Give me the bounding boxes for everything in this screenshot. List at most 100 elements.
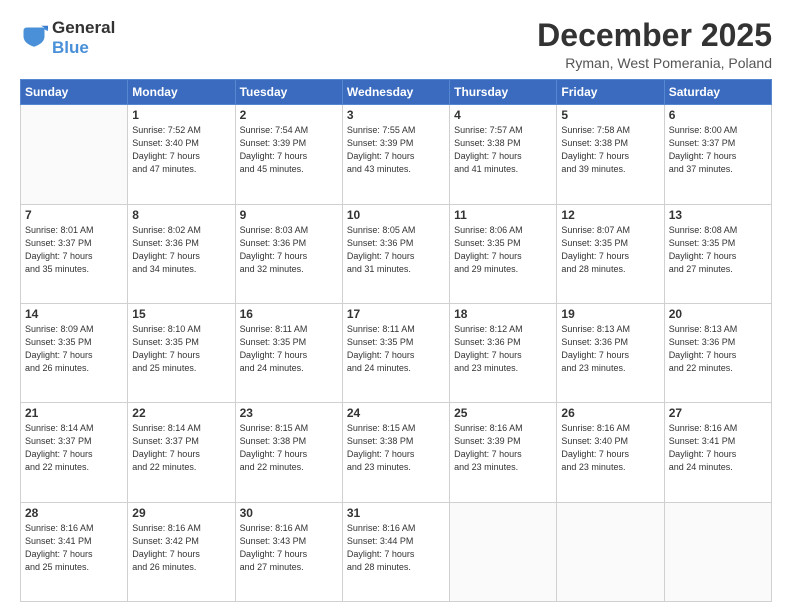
- day-info: Sunrise: 8:14 AMSunset: 3:37 PMDaylight:…: [25, 422, 123, 474]
- day-info: Sunrise: 7:58 AMSunset: 3:38 PMDaylight:…: [561, 124, 659, 176]
- day-number: 16: [240, 307, 338, 321]
- day-info: Sunrise: 8:07 AMSunset: 3:35 PMDaylight:…: [561, 224, 659, 276]
- logo-text: General Blue: [52, 18, 115, 57]
- calendar-day-24: 24 Sunrise: 8:15 AMSunset: 3:38 PMDayligh…: [342, 403, 449, 502]
- day-number: 14: [25, 307, 123, 321]
- day-info: Sunrise: 8:00 AMSunset: 3:37 PMDaylight:…: [669, 124, 767, 176]
- day-info: Sunrise: 8:16 AMSunset: 3:39 PMDaylight:…: [454, 422, 552, 474]
- calendar-day-4: 4 Sunrise: 7:57 AMSunset: 3:38 PMDaylight…: [450, 105, 557, 204]
- calendar-day-19: 19 Sunrise: 8:13 AMSunset: 3:36 PMDayligh…: [557, 303, 664, 402]
- calendar-week-row: 1 Sunrise: 7:52 AMSunset: 3:40 PMDaylight…: [21, 105, 772, 204]
- empty-cell: [21, 105, 128, 204]
- calendar-day-17: 17 Sunrise: 8:11 AMSunset: 3:35 PMDayligh…: [342, 303, 449, 402]
- day-info: Sunrise: 8:13 AMSunset: 3:36 PMDaylight:…: [561, 323, 659, 375]
- calendar-header-row: SundayMondayTuesdayWednesdayThursdayFrid…: [21, 80, 772, 105]
- calendar-day-13: 13Sunrise: 8:08 AMSunset: 3:35 PMDayligh…: [664, 204, 771, 303]
- calendar-day-5: 5 Sunrise: 7:58 AMSunset: 3:38 PMDaylight…: [557, 105, 664, 204]
- calendar-day-15: 15 Sunrise: 8:10 AMSunset: 3:35 PMDayligh…: [128, 303, 235, 402]
- calendar-day-21: 21 Sunrise: 8:14 AMSunset: 3:37 PMDayligh…: [21, 403, 128, 502]
- calendar-day-20: 20 Sunrise: 8:13 AMSunset: 3:36 PMDayligh…: [664, 303, 771, 402]
- calendar-table: SundayMondayTuesdayWednesdayThursdayFrid…: [20, 79, 772, 602]
- calendar-week-row: 7 Sunrise: 8:01 AMSunset: 3:37 PMDaylight…: [21, 204, 772, 303]
- day-number: 9: [240, 208, 338, 222]
- day-number: 1: [132, 108, 230, 122]
- day-info: Sunrise: 8:15 AMSunset: 3:38 PMDaylight:…: [347, 422, 445, 474]
- day-number: 29: [132, 506, 230, 520]
- calendar-day-12: 12 Sunrise: 8:07 AMSunset: 3:35 PMDayligh…: [557, 204, 664, 303]
- day-info: Sunrise: 8:11 AMSunset: 3:35 PMDaylight:…: [240, 323, 338, 375]
- day-info: Sunrise: 8:14 AMSunset: 3:37 PMDaylight:…: [132, 422, 230, 474]
- calendar-day-2: 2 Sunrise: 7:54 AMSunset: 3:39 PMDaylight…: [235, 105, 342, 204]
- title-block: December 2025 Ryman, West Pomerania, Pol…: [537, 18, 772, 71]
- day-number: 25: [454, 406, 552, 420]
- calendar-day-30: 30Sunrise: 8:16 AMSunset: 3:43 PMDayligh…: [235, 502, 342, 601]
- day-info: Sunrise: 7:52 AMSunset: 3:40 PMDaylight:…: [132, 124, 230, 176]
- day-info: Sunrise: 7:57 AMSunset: 3:38 PMDaylight:…: [454, 124, 552, 176]
- day-info: Sunrise: 8:16 AMSunset: 3:44 PMDaylight:…: [347, 522, 445, 574]
- day-number: 20: [669, 307, 767, 321]
- calendar-day-22: 22 Sunrise: 8:14 AMSunset: 3:37 PMDayligh…: [128, 403, 235, 502]
- day-number: 11: [454, 208, 552, 222]
- day-info: Sunrise: 8:16 AMSunset: 3:41 PMDaylight:…: [669, 422, 767, 474]
- empty-cell: [664, 502, 771, 601]
- day-info: Sunrise: 8:06 AMSunset: 3:35 PMDaylight:…: [454, 224, 552, 276]
- day-number: 2: [240, 108, 338, 122]
- calendar-day-25: 25 Sunrise: 8:16 AMSunset: 3:39 PMDayligh…: [450, 403, 557, 502]
- day-number: 31: [347, 506, 445, 520]
- day-info: Sunrise: 8:02 AMSunset: 3:36 PMDaylight:…: [132, 224, 230, 276]
- col-header-sunday: Sunday: [21, 80, 128, 105]
- calendar-day-6: 6Sunrise: 8:00 AMSunset: 3:37 PMDaylight…: [664, 105, 771, 204]
- day-info: Sunrise: 7:54 AMSunset: 3:39 PMDaylight:…: [240, 124, 338, 176]
- empty-cell: [557, 502, 664, 601]
- page: General Blue December 2025 Ryman, West P…: [0, 0, 792, 612]
- day-info: Sunrise: 8:11 AMSunset: 3:35 PMDaylight:…: [347, 323, 445, 375]
- day-number: 4: [454, 108, 552, 122]
- calendar-day-11: 11 Sunrise: 8:06 AMSunset: 3:35 PMDayligh…: [450, 204, 557, 303]
- day-info: Sunrise: 8:10 AMSunset: 3:35 PMDaylight:…: [132, 323, 230, 375]
- location: Ryman, West Pomerania, Poland: [537, 55, 772, 71]
- month-title: December 2025: [537, 18, 772, 53]
- col-header-saturday: Saturday: [664, 80, 771, 105]
- day-number: 18: [454, 307, 552, 321]
- calendar-day-26: 26 Sunrise: 8:16 AMSunset: 3:40 PMDayligh…: [557, 403, 664, 502]
- col-header-thursday: Thursday: [450, 80, 557, 105]
- calendar-day-14: 14Sunrise: 8:09 AMSunset: 3:35 PMDayligh…: [21, 303, 128, 402]
- day-number: 17: [347, 307, 445, 321]
- calendar-day-8: 8 Sunrise: 8:02 AMSunset: 3:36 PMDaylight…: [128, 204, 235, 303]
- day-info: Sunrise: 8:01 AMSunset: 3:37 PMDaylight:…: [25, 224, 123, 276]
- day-info: Sunrise: 8:08 AMSunset: 3:35 PMDaylight:…: [669, 224, 767, 276]
- day-number: 30: [240, 506, 338, 520]
- day-info: Sunrise: 8:03 AMSunset: 3:36 PMDaylight:…: [240, 224, 338, 276]
- day-number: 26: [561, 406, 659, 420]
- day-info: Sunrise: 7:55 AMSunset: 3:39 PMDaylight:…: [347, 124, 445, 176]
- day-number: 28: [25, 506, 123, 520]
- day-number: 21: [25, 406, 123, 420]
- day-info: Sunrise: 8:16 AMSunset: 3:40 PMDaylight:…: [561, 422, 659, 474]
- calendar-day-23: 23Sunrise: 8:15 AMSunset: 3:38 PMDayligh…: [235, 403, 342, 502]
- calendar-day-29: 29 Sunrise: 8:16 AMSunset: 3:42 PMDayligh…: [128, 502, 235, 601]
- day-number: 19: [561, 307, 659, 321]
- day-number: 3: [347, 108, 445, 122]
- col-header-wednesday: Wednesday: [342, 80, 449, 105]
- day-number: 5: [561, 108, 659, 122]
- day-info: Sunrise: 8:05 AMSunset: 3:36 PMDaylight:…: [347, 224, 445, 276]
- calendar-day-16: 16 Sunrise: 8:11 AMSunset: 3:35 PMDayligh…: [235, 303, 342, 402]
- day-number: 24: [347, 406, 445, 420]
- calendar-week-row: 14Sunrise: 8:09 AMSunset: 3:35 PMDayligh…: [21, 303, 772, 402]
- day-info: Sunrise: 8:16 AMSunset: 3:41 PMDaylight:…: [25, 522, 123, 574]
- header: General Blue December 2025 Ryman, West P…: [20, 18, 772, 71]
- calendar-day-28: 28 Sunrise: 8:16 AMSunset: 3:41 PMDayligh…: [21, 502, 128, 601]
- day-info: Sunrise: 8:13 AMSunset: 3:36 PMDaylight:…: [669, 323, 767, 375]
- day-info: Sunrise: 8:16 AMSunset: 3:42 PMDaylight:…: [132, 522, 230, 574]
- day-number: 12: [561, 208, 659, 222]
- logo-icon: [20, 24, 48, 52]
- day-number: 22: [132, 406, 230, 420]
- day-number: 8: [132, 208, 230, 222]
- calendar-day-1: 1 Sunrise: 7:52 AMSunset: 3:40 PMDaylight…: [128, 105, 235, 204]
- day-number: 15: [132, 307, 230, 321]
- logo: General Blue: [20, 18, 115, 57]
- day-number: 7: [25, 208, 123, 222]
- calendar-day-31: 31 Sunrise: 8:16 AMSunset: 3:44 PMDayligh…: [342, 502, 449, 601]
- calendar-week-row: 21 Sunrise: 8:14 AMSunset: 3:37 PMDayligh…: [21, 403, 772, 502]
- calendar-day-9: 9 Sunrise: 8:03 AMSunset: 3:36 PMDaylight…: [235, 204, 342, 303]
